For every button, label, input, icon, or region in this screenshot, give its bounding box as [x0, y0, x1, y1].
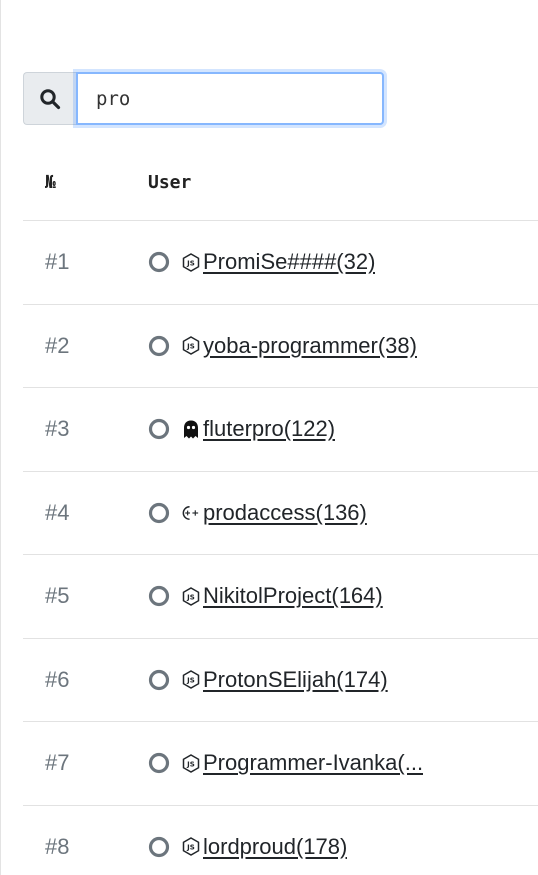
radio-circle-icon[interactable] — [148, 335, 170, 357]
rank-cell: #1 — [45, 249, 70, 275]
nodejs-icon: JS — [180, 586, 201, 607]
search-input[interactable] — [76, 72, 384, 125]
user-cell: JS PromiSe####(32) — [148, 249, 538, 275]
user-column-header: User — [148, 172, 192, 193]
svg-text:JS: JS — [186, 677, 195, 685]
table-row: #7 JS Programmer-Ivanka(... — [23, 722, 538, 806]
radio-circle-icon[interactable] — [148, 836, 170, 858]
radio-circle-icon[interactable] — [148, 502, 170, 524]
user-cell: JS yoba-programmer(38) — [148, 333, 538, 359]
number-column-header: № — [45, 172, 56, 193]
nodejs-icon: JS — [180, 836, 201, 857]
user-cell: fluterpro(122) — [148, 416, 538, 442]
table-row: #1 JS PromiSe####(32) — [23, 221, 538, 305]
rank-cell: #7 — [45, 750, 70, 776]
radio-circle-icon[interactable] — [148, 752, 170, 774]
table-row: #8 JS lordproud(178) — [23, 806, 538, 875]
user-link[interactable]: lordproud(178) — [203, 834, 347, 860]
svg-text:JS: JS — [186, 844, 195, 852]
svg-text:JS: JS — [186, 593, 195, 601]
user-cell: JS lordproud(178) — [148, 834, 538, 860]
svg-text:JS: JS — [186, 343, 195, 351]
radio-circle-icon[interactable] — [148, 251, 170, 273]
table-row: #2 JS yoba-programmer(38) — [23, 305, 538, 388]
radio-circle-icon[interactable] — [148, 585, 170, 607]
user-cell: JS Programmer-Ivanka(... — [148, 750, 538, 776]
rank-cell: #6 — [45, 666, 70, 692]
user-link[interactable]: fluterpro(122) — [203, 416, 335, 442]
nodejs-icon: JS — [180, 669, 201, 690]
user-link[interactable]: yoba-programmer(38) — [203, 333, 417, 359]
user-cell: JS ProtonSElijah(174) — [148, 667, 538, 693]
user-cell: prodaccess(136) — [148, 500, 538, 526]
rank-cell: #4 — [45, 499, 70, 525]
nodejs-icon: JS — [180, 753, 201, 774]
user-link[interactable]: Programmer-Ivanka(... — [203, 750, 423, 776]
table-row: #4 prodaccess(136) — [23, 472, 538, 555]
radio-circle-icon[interactable] — [148, 669, 170, 691]
ghost-icon — [180, 419, 201, 440]
nodejs-icon: JS — [180, 252, 201, 273]
search-group — [23, 72, 384, 125]
rank-cell: #5 — [45, 583, 70, 609]
table-body: #1 JS PromiSe####(32) #2 JS yoba-program… — [23, 221, 538, 875]
user-link[interactable]: ProtonSElijah(174) — [203, 667, 388, 693]
nodejs-icon: JS — [180, 335, 201, 356]
user-link[interactable]: PromiSe####(32) — [203, 249, 375, 275]
user-link[interactable]: NikitolProject(164) — [203, 583, 383, 609]
user-cell: JS NikitolProject(164) — [148, 583, 538, 609]
rank-cell: #2 — [45, 332, 70, 358]
svg-text:JS: JS — [186, 760, 195, 768]
cpp-icon — [180, 502, 201, 523]
search-icon — [40, 88, 61, 109]
table-row: #3 fluterpro(122) — [23, 388, 538, 472]
user-link[interactable]: prodaccess(136) — [203, 500, 367, 526]
users-table: № User #1 JS PromiSe####(32) #2 JS yoba-… — [23, 145, 538, 875]
radio-circle-icon[interactable] — [148, 418, 170, 440]
table-row: #6 JS ProtonSElijah(174) — [23, 639, 538, 722]
rank-cell: #3 — [45, 416, 70, 442]
rank-cell: #8 — [45, 833, 70, 859]
page: № User #1 JS PromiSe####(32) #2 JS yoba-… — [0, 0, 538, 875]
table-header: № User — [23, 145, 538, 221]
svg-text:JS: JS — [186, 259, 195, 267]
search-button[interactable] — [23, 72, 76, 125]
table-row: #5 JS NikitolProject(164) — [23, 555, 538, 639]
